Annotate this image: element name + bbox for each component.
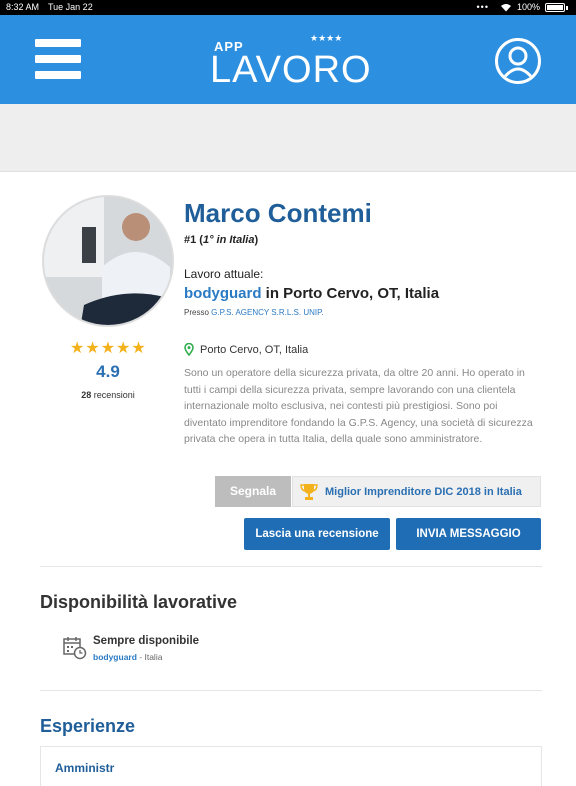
status-date: Tue Jan 22 (48, 2, 93, 12)
menu-icon[interactable] (35, 39, 81, 79)
rating-stars: ★★★★★ (70, 340, 147, 357)
experience-title: Esperienze (40, 716, 136, 736)
divider (40, 566, 542, 567)
profile-name: Marco Contemi (184, 198, 372, 228)
profile-bio: Sono un operatore della sicurezza privat… (184, 367, 533, 445)
profile-rank: #1 (1° in Italia) (184, 234, 259, 246)
trophy-icon (300, 483, 318, 500)
multitasking-dots: ••• (476, 2, 489, 12)
experience-card[interactable]: Amministr (40, 746, 542, 786)
status-time: 8:32 AM (6, 2, 40, 12)
review-count[interactable]: 28 recensioni (42, 390, 174, 400)
profile-location: Porto Cervo, OT, Italia (184, 343, 308, 356)
logo-stars: ★★★★ (310, 33, 343, 43)
account-icon[interactable] (495, 38, 541, 84)
send-message-button[interactable]: INVIA MESSAGGIO (396, 518, 541, 550)
app-header: APP LAVORO ★★★★ (0, 15, 576, 104)
status-indicators: ••• 100% (477, 0, 568, 15)
profile-page: ★★★★★ 4.9 28 recensioni Marco Contemi #1… (0, 172, 576, 786)
report-button[interactable]: Segnala (215, 476, 291, 507)
wifi-icon (500, 4, 511, 12)
leave-review-button[interactable]: Lascia una recensione (244, 518, 390, 550)
company-link[interactable]: G.P.S. AGENCY S.R.L.S. UNIP. (211, 308, 324, 317)
availability-title: Disponibilità lavorative (40, 592, 238, 612)
rating-value: 4.9 (96, 362, 120, 381)
battery-icon (545, 3, 565, 12)
banner-placeholder (0, 104, 576, 172)
location-pin-icon (184, 343, 194, 356)
calendar-clock-icon (63, 636, 87, 660)
employer: Presso G.P.S. AGENCY S.R.L.S. UNIP. (184, 308, 324, 317)
status-bar: 8:32 AM Tue Jan 22 ••• 100% (0, 0, 576, 15)
battery-percent: 100% (516, 2, 540, 12)
experience-item-title: Amministr (55, 761, 115, 775)
job-role-link[interactable]: bodyguard (184, 285, 262, 302)
app-logo[interactable]: APP LAVORO ★★★★ (208, 33, 371, 93)
profile-photo (42, 195, 174, 327)
availability-status: Sempre disponibile (93, 635, 200, 647)
current-job: bodyguard in Porto Cervo, OT, Italia (184, 285, 440, 302)
logo-lavoro-text: LAVORO (210, 49, 372, 91)
availability-detail: bodyguard - Italia (93, 652, 163, 662)
divider (40, 690, 542, 691)
award-badge[interactable]: Miglior Imprenditore DIC 2018 in Italia (292, 476, 541, 507)
current-job-label: Lavoro attuale: (184, 267, 264, 281)
